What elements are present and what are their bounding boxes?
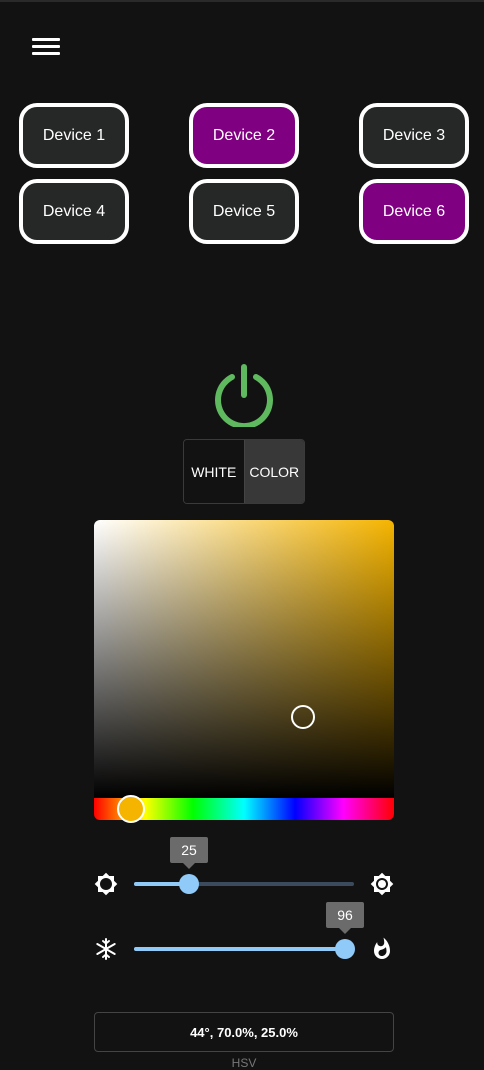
brightness-slider-row: 25 <box>94 837 394 899</box>
device-1-button[interactable]: Device 1 <box>19 103 129 168</box>
power-icon <box>215 364 273 429</box>
temperature-thumb[interactable] <box>335 939 355 959</box>
snowflake-icon <box>96 938 116 960</box>
device-3-button[interactable]: Device 3 <box>359 103 469 168</box>
hsv-label: HSV <box>231 1056 257 1070</box>
temperature-value-label: 96 <box>326 902 364 934</box>
flame-icon <box>374 937 390 959</box>
saturation-value-handle[interactable] <box>291 705 315 729</box>
device-2-button[interactable]: Device 2 <box>189 103 299 168</box>
power-button[interactable] <box>212 363 276 429</box>
brightness-value-label: 25 <box>170 837 208 869</box>
device-grid: Device 1 Device 2 Device 3 Device 4 Devi… <box>0 2 484 262</box>
hue-handle[interactable] <box>117 795 145 823</box>
device-5-button[interactable]: Device 5 <box>189 179 299 244</box>
mode-toggle: WHITE COLOR <box>183 439 305 504</box>
color-picker <box>94 520 394 820</box>
saturation-value-area[interactable] <box>94 520 394 798</box>
temperature-track[interactable]: 96 <box>134 902 364 959</box>
mode-color-button[interactable]: COLOR <box>243 440 304 503</box>
brightness-low-icon <box>94 872 118 896</box>
brightness-thumb[interactable] <box>179 874 199 894</box>
device-4-button[interactable]: Device 4 <box>19 179 129 244</box>
device-6-button[interactable]: Device 6 <box>359 179 469 244</box>
brightness-high-icon <box>370 872 394 896</box>
hsv-readout: 44°, 70.0%, 25.0% <box>94 1012 394 1052</box>
mode-white-button[interactable]: WHITE <box>184 440 244 503</box>
brightness-track[interactable]: 25 <box>134 837 354 894</box>
temperature-fill <box>134 947 345 951</box>
temperature-slider-row: 96 <box>94 902 394 964</box>
